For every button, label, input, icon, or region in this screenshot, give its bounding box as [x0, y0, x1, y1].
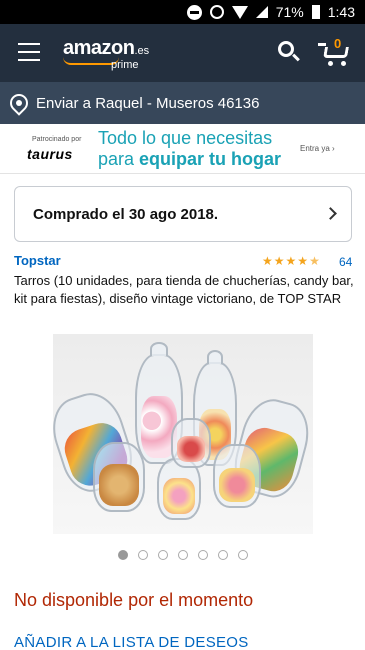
cart-count: 0 — [334, 36, 342, 51]
purchase-date-text: Comprado el 30 ago 2018. — [33, 205, 219, 223]
delivery-location-bar[interactable]: Enviar a Raquel - Museros 46136 — [0, 82, 365, 124]
menu-icon[interactable] — [18, 43, 40, 61]
do-not-disturb-icon — [186, 4, 202, 20]
star-half-icon: ★ — [309, 254, 320, 268]
star-icon: ★ — [273, 254, 285, 268]
ad-headline-2-prefix: para — [98, 149, 135, 169]
sponsored-ad-banner[interactable]: Patrocinado por taurus Todo lo que neces… — [0, 124, 365, 174]
clock: 1:43 — [327, 4, 355, 20]
product-image[interactable] — [53, 334, 313, 534]
ad-brand-logo: taurus — [27, 146, 73, 162]
ad-headline-2-bold: equipar tu hogar — [139, 149, 282, 169]
amazon-logo[interactable]: amazon.es prime — [63, 37, 150, 71]
product-title: Tarros (10 unidades, para tienda de chuc… — [14, 273, 354, 306]
logo-text: amazon — [63, 37, 135, 59]
chevron-right-icon — [324, 207, 337, 220]
star-icon: ★ — [285, 254, 297, 268]
star-icon: ★ — [297, 254, 309, 268]
delivery-location-text: Enviar a Raquel - Museros 46136 — [36, 94, 260, 112]
carousel-dot[interactable] — [158, 550, 168, 560]
logo-domain: .es — [134, 45, 150, 57]
carousel-dot[interactable] — [218, 550, 228, 560]
review-count-link[interactable]: 64 — [339, 255, 352, 269]
app-header: amazon.es prime 0 — [0, 24, 365, 82]
carousel-dot[interactable] — [178, 550, 188, 560]
location-pin-icon — [6, 90, 32, 116]
cart-icon[interactable]: 0 — [318, 36, 352, 68]
purchase-history-notice[interactable]: Comprado el 30 ago 2018. — [14, 186, 352, 242]
ad-cta-link[interactable]: Entra ya › — [300, 144, 335, 153]
carousel-dot[interactable] — [238, 550, 248, 560]
carousel-dot[interactable] — [118, 550, 128, 560]
add-to-wishlist-link[interactable]: AÑADIR A LA LISTA DE DESEOS — [14, 634, 249, 650]
signal-icon — [255, 6, 268, 18]
ad-headline-2: para equipar tu hogar — [98, 149, 281, 170]
availability-status: No disponible por el momento — [14, 590, 254, 610]
carousel-dot[interactable] — [198, 550, 208, 560]
image-carousel-dots — [118, 550, 248, 560]
star-icon: ★ — [262, 254, 273, 268]
brand-link[interactable]: Topstar — [14, 253, 61, 268]
search-icon[interactable] — [278, 41, 300, 63]
logo-prime: prime — [111, 59, 139, 71]
alarm-icon — [209, 5, 224, 19]
battery-percent: 71% — [275, 4, 304, 20]
wifi-icon — [231, 5, 248, 19]
ad-sponsored-label: Patrocinado por — [32, 136, 82, 143]
battery-icon — [311, 5, 320, 19]
star-rating[interactable]: ★ ★ ★ ★ ★ — [262, 254, 320, 268]
ad-headline-1: Todo lo que necesitas — [98, 128, 273, 148]
status-bar: 71% 1:43 — [0, 0, 365, 24]
carousel-dot[interactable] — [138, 550, 148, 560]
